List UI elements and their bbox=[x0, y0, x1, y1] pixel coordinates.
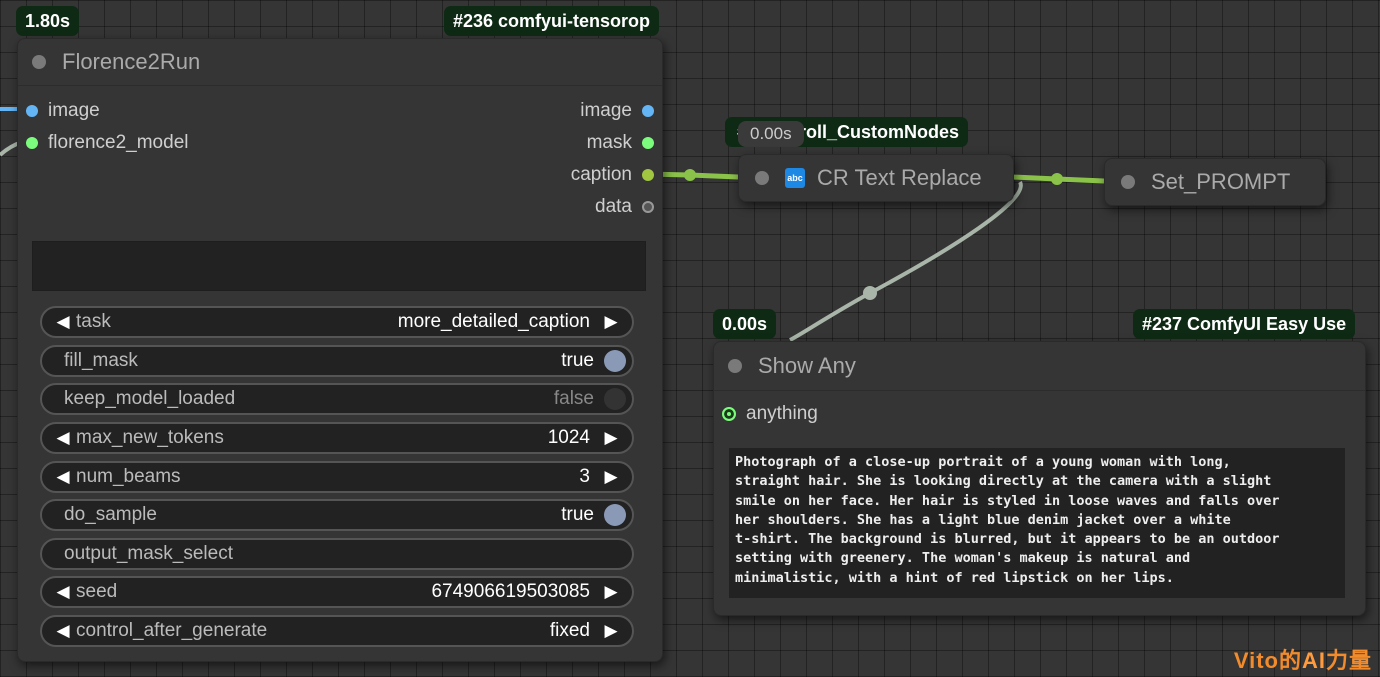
link-midpoint bbox=[684, 169, 696, 181]
image-port-icon[interactable] bbox=[26, 105, 38, 117]
arrow-left-icon[interactable]: ◀ bbox=[50, 621, 76, 641]
florence2run-node[interactable]: Florence2Run image florence2_model image… bbox=[17, 38, 663, 662]
execution-time-badge: 0.00s bbox=[713, 309, 777, 339]
link-replace-to-showany bbox=[789, 181, 1023, 342]
output-label: image bbox=[580, 100, 632, 121]
fill-mask-toggle[interactable]: fill_mask true bbox=[40, 345, 634, 377]
output-mask-select-text[interactable]: output_mask_select bbox=[40, 538, 634, 570]
abc-text-icon: abc bbox=[785, 168, 805, 188]
widget-value: false bbox=[553, 388, 594, 409]
node-title-bar[interactable]: Set_PROMPT bbox=[1105, 159, 1325, 205]
output-label: mask bbox=[586, 132, 632, 153]
widget-value: true bbox=[561, 504, 594, 525]
widget-label: num_beams bbox=[76, 466, 181, 487]
execution-time-badge: 1.80s bbox=[16, 6, 80, 36]
output-mask[interactable]: mask bbox=[587, 131, 654, 155]
arrow-left-icon[interactable]: ◀ bbox=[50, 312, 76, 332]
data-port-icon[interactable] bbox=[642, 201, 654, 213]
arrow-right-icon[interactable]: ▶ bbox=[598, 582, 624, 602]
collapse-dot-icon[interactable] bbox=[755, 171, 769, 185]
watermark-text: Vito的 bbox=[1233, 648, 1302, 673]
link-midpoint bbox=[863, 286, 877, 300]
input-label: image bbox=[48, 100, 100, 121]
mask-port-icon[interactable] bbox=[642, 137, 654, 149]
collapse-dot-icon[interactable] bbox=[728, 359, 742, 373]
widget-label: control_after_generate bbox=[76, 620, 268, 641]
input-florence2-model[interactable]: florence2_model bbox=[26, 131, 188, 155]
string-port-icon[interactable] bbox=[642, 169, 654, 181]
widget-label: do_sample bbox=[64, 504, 157, 525]
node-pack-badge: #237 ComfyUI Easy Use bbox=[1133, 309, 1356, 339]
node-title-bar[interactable]: abc CR Text Replace bbox=[739, 155, 1013, 201]
node-title-bar[interactable]: Florence2Run bbox=[18, 39, 662, 86]
execution-time-badge: 0.00s bbox=[738, 121, 804, 147]
arrow-left-icon[interactable]: ◀ bbox=[50, 428, 76, 448]
arrow-right-icon[interactable]: ▶ bbox=[598, 312, 624, 332]
toggle-on-icon[interactable] bbox=[604, 504, 626, 526]
do-sample-toggle[interactable]: do_sample true bbox=[40, 499, 634, 531]
input-label: anything bbox=[746, 403, 818, 424]
widget-label: keep_model_loaded bbox=[64, 388, 236, 409]
keep-model-loaded-toggle[interactable]: keep_model_loaded false bbox=[40, 383, 634, 415]
widget-value: 674906619503085 bbox=[431, 581, 590, 602]
widget-value: 3 bbox=[579, 466, 590, 487]
toggle-on-icon[interactable] bbox=[604, 350, 626, 372]
collapse-dot-icon[interactable] bbox=[1121, 175, 1135, 189]
control-after-generate-combo[interactable]: ◀ control_after_generate fixed ▶ bbox=[40, 615, 634, 647]
widget-label: fill_mask bbox=[64, 350, 138, 371]
link-midpoint bbox=[1051, 173, 1063, 185]
widget-label: output_mask_select bbox=[64, 543, 233, 564]
widget-value: true bbox=[561, 350, 594, 371]
num-beams-number[interactable]: ◀ num_beams 3 ▶ bbox=[40, 461, 634, 493]
seed-number[interactable]: ◀ seed 674906619503085 ▶ bbox=[40, 576, 634, 608]
output-data[interactable]: data bbox=[595, 195, 654, 219]
node-title: Show Any bbox=[758, 353, 856, 378]
link-replace-to-prompt bbox=[1011, 174, 1105, 184]
show-any-node[interactable]: Show Any anything Photograph of a close-… bbox=[713, 341, 1366, 616]
widget-value: more_detailed_caption bbox=[397, 311, 590, 332]
model-port-icon[interactable] bbox=[26, 137, 38, 149]
max-new-tokens-number[interactable]: ◀ max_new_tokens 1024 ▶ bbox=[40, 422, 634, 454]
node-pack-badge: #236 comfyui-tensorop bbox=[444, 6, 660, 36]
cr-text-replace-node[interactable]: abc CR Text Replace bbox=[738, 154, 1014, 202]
watermark-ai: AI bbox=[1301, 648, 1326, 673]
set-prompt-node[interactable]: Set_PROMPT bbox=[1104, 158, 1326, 206]
image-preview-area bbox=[32, 241, 646, 291]
widget-label: max_new_tokens bbox=[76, 427, 224, 448]
arrow-right-icon[interactable]: ▶ bbox=[598, 621, 624, 641]
output-label: data bbox=[595, 196, 632, 217]
input-anything[interactable]: anything bbox=[722, 402, 818, 426]
task-combo[interactable]: ◀ task more_detailed_caption ▶ bbox=[40, 306, 634, 338]
widget-value: fixed bbox=[549, 620, 590, 641]
arrow-left-icon[interactable]: ◀ bbox=[50, 582, 76, 602]
node-title-bar[interactable]: Show Any bbox=[714, 342, 1365, 391]
input-label: florence2_model bbox=[48, 132, 189, 153]
node-title: Florence2Run bbox=[62, 49, 201, 74]
any-port-icon[interactable] bbox=[722, 407, 736, 421]
watermark: Vito的AI力量 bbox=[1234, 643, 1372, 675]
widget-label: task bbox=[76, 311, 111, 332]
output-text-area[interactable]: Photograph of a close-up portrait of a y… bbox=[729, 448, 1345, 598]
image-port-icon[interactable] bbox=[642, 105, 654, 117]
output-caption[interactable]: caption bbox=[571, 163, 654, 187]
output-label: caption bbox=[570, 164, 632, 185]
toggle-off-icon[interactable] bbox=[604, 388, 626, 410]
input-image[interactable]: image bbox=[26, 99, 100, 123]
widget-label: seed bbox=[76, 581, 118, 602]
arrow-right-icon[interactable]: ▶ bbox=[598, 428, 624, 448]
watermark-text-end: 力量 bbox=[1325, 648, 1372, 673]
node-title: CR Text Replace bbox=[817, 165, 982, 190]
collapse-dot-icon[interactable] bbox=[32, 55, 46, 69]
node-title: Set_PROMPT bbox=[1151, 169, 1291, 194]
arrow-left-icon[interactable]: ◀ bbox=[50, 467, 76, 487]
arrow-right-icon[interactable]: ▶ bbox=[598, 467, 624, 487]
output-image[interactable]: image bbox=[580, 99, 654, 123]
widget-value: 1024 bbox=[547, 427, 590, 448]
